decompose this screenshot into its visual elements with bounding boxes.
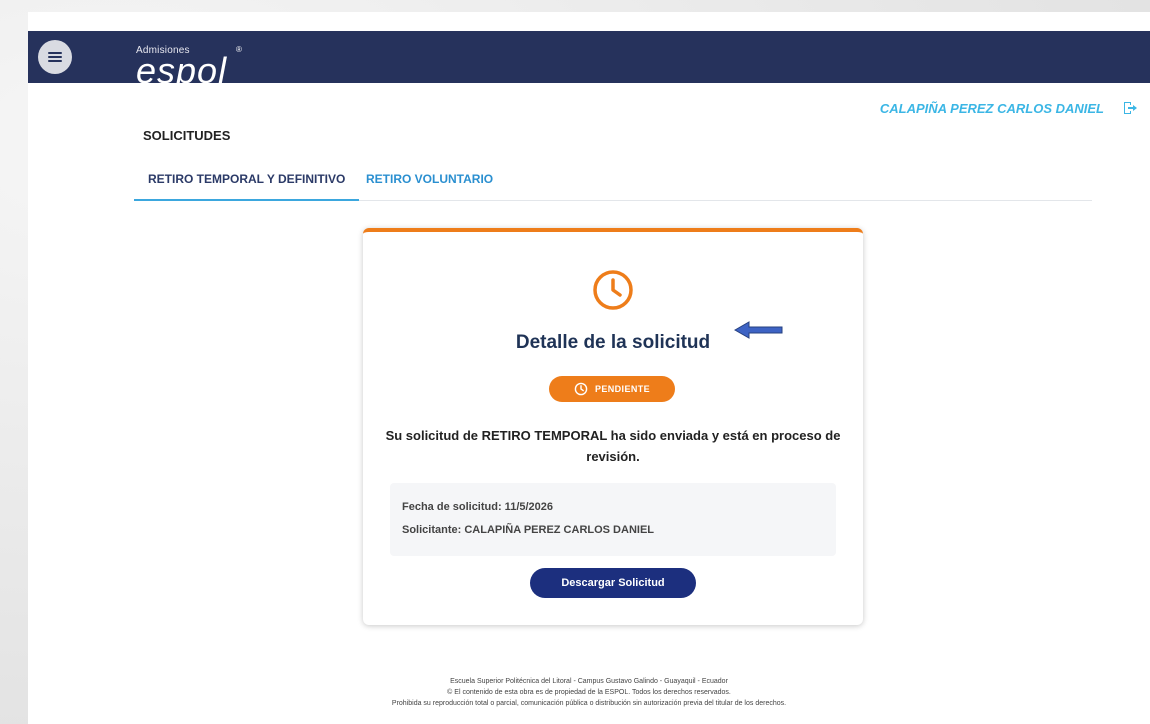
user-name[interactable]: CALAPIÑA PEREZ CARLOS DANIEL	[880, 101, 1104, 116]
request-detail-card: Detalle de la solicitud PENDIENTE Su sol…	[363, 228, 863, 625]
status-badge: PENDIENTE	[549, 376, 675, 402]
footer-line-3: Prohibida su reproducción total o parcia…	[391, 700, 787, 707]
app-page: Admisiones espol ® CALAPIÑA PEREZ CARLOS…	[28, 12, 1150, 724]
page-title: SOLICITUDES	[143, 128, 231, 143]
logo-registered-mark: ®	[236, 45, 242, 54]
request-info-box: Fecha de solicitud: 11/5/2026 Solicitant…	[390, 483, 836, 556]
logo-wordmark: espol	[136, 50, 228, 91]
left-arrow-icon	[733, 321, 783, 339]
request-date: Fecha de solicitud: 11/5/2026	[402, 501, 554, 513]
clock-icon	[574, 382, 588, 396]
detail-title: Detalle de la solicitud	[515, 332, 711, 353]
request-applicant: Solicitante: CALAPIÑA PEREZ CARLOS DANIE…	[402, 524, 654, 536]
page-footer: Escuela Superior Politécnica del Litoral…	[28, 676, 1150, 709]
status-label: PENDIENTE	[594, 384, 651, 394]
tab-bar: RETIRO TEMPORAL Y DEFINITIVO RETIRO VOLU…	[134, 164, 1092, 201]
download-request-button[interactable]: Descargar Solicitud	[530, 568, 696, 598]
tab-retiro-temporal-definitivo[interactable]: RETIRO TEMPORAL Y DEFINITIVO	[134, 164, 360, 201]
espol-logo: Admisiones espol ®	[136, 45, 242, 91]
status-message: Su solicitud de RETIRO TEMPORAL ha sido …	[385, 428, 841, 464]
footer-line-2: © El contenido de esta obra es de propie…	[447, 689, 731, 696]
tab-retiro-voluntario[interactable]: RETIRO VOLUNTARIO	[352, 164, 507, 201]
hamburger-menu-button[interactable]	[38, 40, 72, 74]
top-navbar: Admisiones espol ®	[28, 31, 1150, 91]
logout-icon[interactable]	[1122, 100, 1138, 116]
user-area: CALAPIÑA PEREZ CARLOS DANIEL	[880, 100, 1138, 116]
footer-line-1: Escuela Superior Politécnica del Litoral…	[450, 678, 728, 685]
hamburger-menu-icon	[48, 52, 62, 62]
clock-icon	[593, 270, 633, 310]
